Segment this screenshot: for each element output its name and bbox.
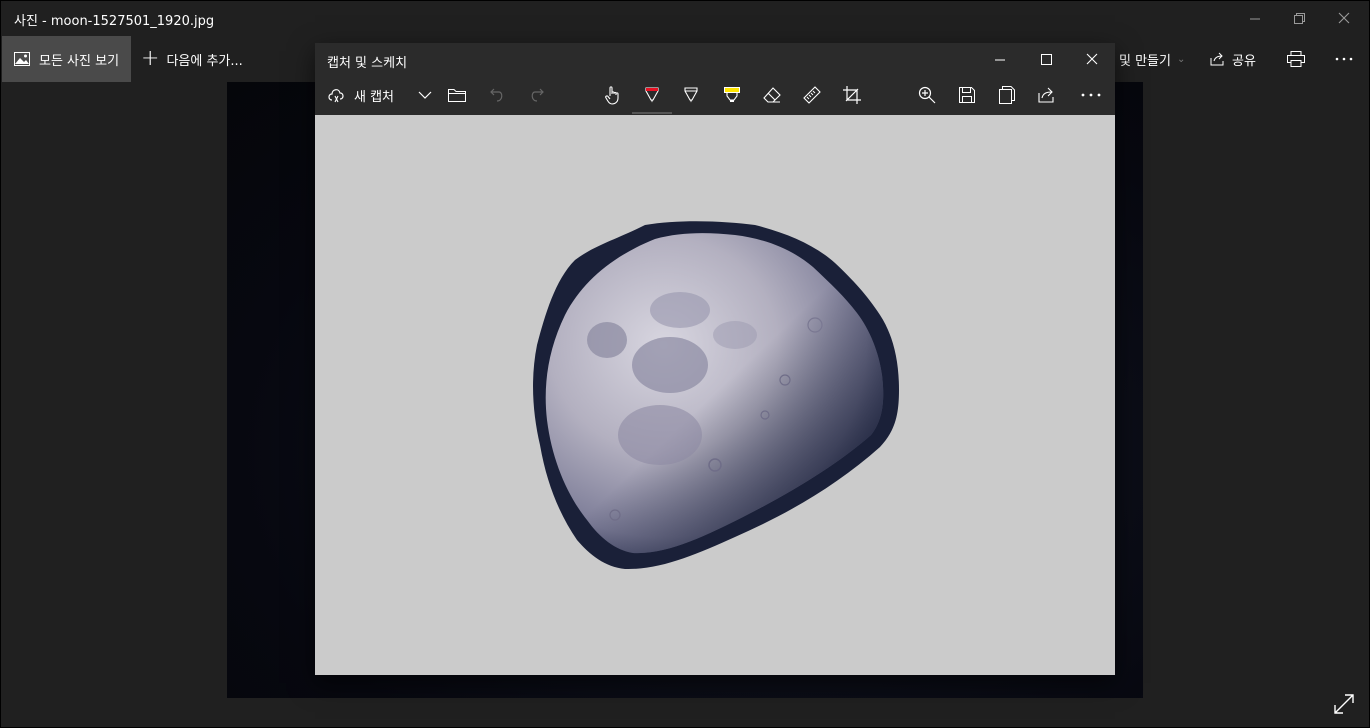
ruler-icon (803, 86, 821, 104)
add-to-button[interactable]: + 다음에 추가... (141, 36, 243, 82)
touch-writing-icon (605, 86, 619, 105)
ruler-button[interactable] (800, 75, 824, 115)
new-snip-dropdown[interactable] (413, 75, 437, 115)
printer-icon (1287, 51, 1305, 67)
highlighter-button[interactable] (720, 75, 744, 115)
plus-icon: + (141, 46, 160, 71)
open-file-button[interactable] (445, 75, 469, 115)
save-icon (959, 87, 975, 103)
photos-titlebar: 사진 - moon-1527501_1920.jpg (1, 1, 1369, 35)
minimize-icon (1249, 18, 1260, 19)
chevron-down-icon: ⌄ (1176, 53, 1186, 65)
more-icon (1335, 57, 1353, 61)
snip-toolbar: 새 캡처 (315, 75, 1115, 115)
zoom-icon (918, 86, 936, 104)
eraser-icon (763, 87, 781, 103)
close-icon (1086, 53, 1098, 65)
copy-button[interactable] (995, 75, 1019, 115)
eraser-button[interactable] (760, 75, 784, 115)
all-photos-button[interactable]: 모든 사진 보기 (2, 36, 131, 82)
folder-icon (448, 89, 466, 102)
mare-1 (587, 322, 627, 358)
snip-canvas[interactable] (315, 115, 1115, 675)
pencil-button[interactable] (679, 75, 703, 115)
print-button[interactable] (1287, 36, 1305, 82)
redo-button[interactable] (525, 75, 549, 115)
ballpoint-pen-icon (645, 87, 659, 103)
snip-maximize-button[interactable] (1023, 43, 1069, 75)
restore-icon (1293, 12, 1305, 24)
add-to-label: 다음에 추가... (166, 53, 243, 69)
mare-5 (713, 321, 757, 349)
mare-2 (632, 337, 708, 393)
expand-icon (1334, 694, 1354, 714)
restore-button[interactable] (1276, 1, 1322, 35)
touch-writing-button[interactable] (600, 75, 626, 115)
share-icon (1038, 87, 1054, 103)
photos-app-title: 사진 - moon-1527501_1920.jpg (14, 14, 215, 29)
close-button[interactable] (1321, 1, 1367, 35)
mare-3 (650, 292, 710, 328)
create-button[interactable]: 및 만들기 ⌄ (1119, 36, 1185, 82)
redo-icon (531, 88, 544, 102)
image-icon (14, 52, 30, 66)
crop-icon (843, 86, 861, 104)
close-icon (1338, 12, 1350, 24)
ballpoint-pen-button[interactable] (632, 75, 672, 115)
more-button[interactable] (1335, 36, 1353, 82)
create-label: 및 만들기 (1119, 53, 1171, 69)
snip-titlebar: 캡처 및 스케치 (315, 43, 1115, 75)
undo-icon (490, 88, 503, 102)
highlighter-icon (724, 87, 740, 102)
new-snip-button[interactable]: 새 캡처 (327, 75, 394, 115)
minimize-icon (994, 59, 1005, 60)
snip-sketch-window: 캡처 및 스케치 새 캡처 (315, 43, 1115, 675)
copy-icon (999, 86, 1015, 104)
undo-button[interactable] (485, 75, 509, 115)
save-button[interactable] (955, 75, 979, 115)
crop-button[interactable] (840, 75, 864, 115)
moon-snip-image (533, 221, 899, 570)
more-icon (1081, 93, 1101, 97)
mare-4 (618, 405, 702, 465)
more-button[interactable] (1079, 75, 1103, 115)
share-button[interactable]: 공유 (1210, 36, 1256, 82)
zoom-button[interactable] (915, 75, 939, 115)
snip-app-title: 캡처 및 스케치 (327, 56, 408, 71)
share-button[interactable] (1035, 75, 1059, 115)
share-icon (1210, 52, 1224, 66)
maximize-icon (1040, 53, 1052, 65)
snip-minimize-button[interactable] (977, 43, 1023, 75)
all-photos-label: 모든 사진 보기 (39, 53, 120, 69)
expand-button[interactable] (1333, 693, 1357, 717)
share-label: 공유 (1232, 53, 1256, 69)
new-snip-label: 새 캡처 (354, 89, 395, 105)
new-snip-icon (328, 89, 344, 103)
snip-close-button[interactable] (1069, 43, 1115, 75)
chevron-down-icon (418, 91, 432, 99)
pencil-icon (684, 87, 698, 103)
minimize-button[interactable] (1232, 1, 1278, 35)
